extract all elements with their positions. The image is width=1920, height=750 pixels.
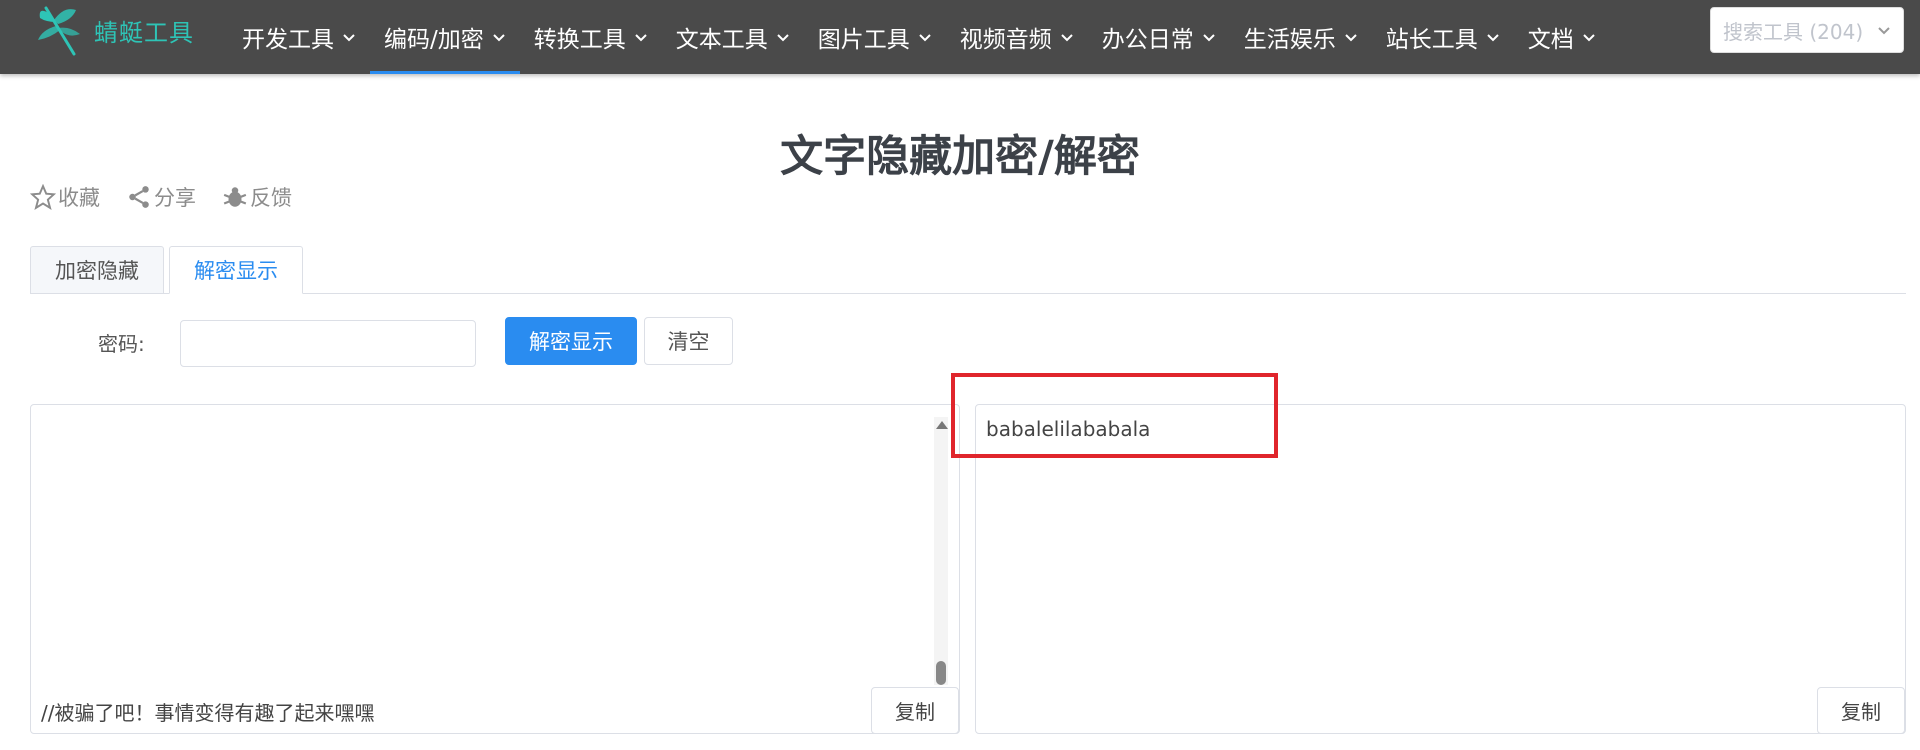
input-text: //被骗了吧！事情变得有趣了起来嘿嘿 (41, 701, 375, 725)
chevron-down-icon (493, 34, 505, 42)
password-input[interactable] (180, 320, 476, 367)
copy-output-button[interactable]: 复制 (1817, 687, 1905, 734)
chevron-down-icon (1345, 34, 1357, 42)
scroll-thumb[interactable] (936, 661, 946, 685)
nav-item-docs[interactable]: 文档 (1514, 0, 1610, 74)
chevron-down-icon (1203, 34, 1215, 42)
nav-item-webmaster[interactable]: 站长工具 (1372, 0, 1514, 74)
copy-input-button[interactable]: 复制 (871, 687, 959, 734)
output-text: babalelilababala (986, 417, 1151, 441)
nav-item-encoding[interactable]: 编码/加密 (370, 0, 520, 74)
nav-label: 生活娱乐 (1243, 27, 1336, 53)
output-textarea[interactable]: babalelilababala 复制 (975, 404, 1906, 734)
nav-item-image[interactable]: 图片工具 (804, 0, 946, 74)
nav-item-dev-tools[interactable]: 开发工具 (228, 0, 370, 74)
clear-button[interactable]: 清空 (644, 317, 733, 365)
top-navbar: 蜻蜓工具 开发工具 编码/加密 转换工具 文本工具 图片工具 视频音频 办公日常 (0, 0, 1920, 74)
dragonfly-icon (38, 6, 80, 56)
scrollbar[interactable] (934, 417, 948, 685)
chevron-down-icon (1487, 34, 1499, 42)
share-button[interactable]: 分享 (126, 182, 196, 212)
favorite-label: 收藏 (58, 186, 100, 210)
tab-encrypt[interactable]: 加密隐藏 (30, 246, 164, 294)
share-icon (129, 186, 149, 208)
nav-label: 文档 (1527, 27, 1574, 53)
nav-label: 文本工具 (675, 27, 768, 53)
brand-logo[interactable]: 蜻蜓工具 (36, 0, 194, 60)
brand-name: 蜻蜓工具 (94, 18, 194, 47)
tool-search-select[interactable]: 搜索工具 (204) (1710, 7, 1904, 53)
nav-label: 办公日常 (1101, 27, 1194, 53)
nav-item-convert[interactable]: 转换工具 (520, 0, 662, 74)
share-label: 分享 (154, 186, 196, 210)
decrypt-button[interactable]: 解密显示 (505, 317, 637, 365)
page-actions: 收藏 分享 反馈 (30, 182, 318, 212)
nav-label: 图片工具 (817, 27, 910, 53)
chevron-down-icon (919, 34, 931, 42)
bug-icon (223, 187, 247, 207)
nav-label: 编码/加密 (384, 27, 484, 53)
nav-item-media[interactable]: 视频音频 (946, 0, 1088, 74)
scroll-up-arrow-icon[interactable] (936, 421, 948, 429)
nav-label: 站长工具 (1385, 27, 1478, 53)
nav-label: 视频音频 (959, 27, 1052, 53)
chevron-down-icon (777, 34, 789, 42)
chevron-down-icon (1878, 27, 1890, 35)
nav-label: 转换工具 (533, 27, 626, 53)
nav-label: 开发工具 (242, 27, 334, 53)
feedback-label: 反馈 (250, 186, 292, 210)
chevron-down-icon (1583, 34, 1595, 42)
tab-bar: 加密隐藏 解密显示 (30, 246, 1906, 294)
page-title: 文字隐藏加密/解密 (780, 132, 1140, 182)
password-label: 密码: (98, 332, 145, 356)
chevron-down-icon (1061, 34, 1073, 42)
nav-item-life[interactable]: 生活娱乐 (1230, 0, 1372, 74)
favorite-button[interactable]: 收藏 (30, 182, 100, 212)
input-textarea[interactable]: //被骗了吧！事情变得有趣了起来嘿嘿 复制 (30, 404, 960, 734)
tab-decrypt[interactable]: 解密显示 (169, 246, 303, 294)
nav-item-office[interactable]: 办公日常 (1088, 0, 1230, 74)
search-placeholder: 搜索工具 (204) (1723, 19, 1864, 44)
feedback-button[interactable]: 反馈 (222, 182, 292, 212)
nav-item-text[interactable]: 文本工具 (662, 0, 804, 74)
star-icon (30, 184, 56, 210)
chevron-down-icon (343, 34, 355, 42)
main-nav: 开发工具 编码/加密 转换工具 文本工具 图片工具 视频音频 办公日常 生活娱乐… (228, 0, 1610, 74)
chevron-down-icon (635, 34, 647, 42)
